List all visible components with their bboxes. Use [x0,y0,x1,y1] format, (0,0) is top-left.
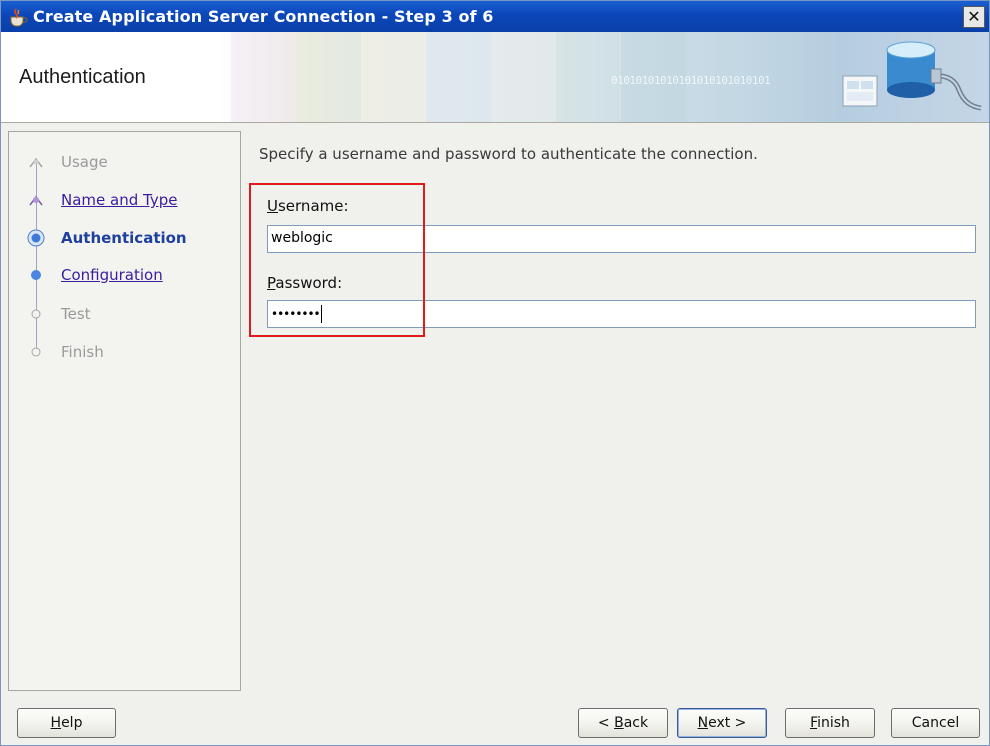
step-label: Usage [61,153,108,171]
title-bar[interactable]: Create Application Server Connection - S… [1,1,989,32]
step-pending-icon [27,305,45,323]
wizard-header-banner: Authentication 0101010101010101010101010… [1,32,989,123]
step-pending-icon [27,343,45,361]
back-prefix: < [597,715,615,731]
step-visited-icon [27,191,45,209]
step-current-icon [27,229,45,247]
username-label-text: sername: [277,197,349,215]
step-finish: Finish [27,340,104,364]
step-test: Test [27,302,91,326]
finish-button[interactable]: Finish [785,708,875,738]
help-button[interactable]: Help [17,708,116,738]
step-next-icon [27,266,45,284]
step-visited-icon [27,153,45,171]
close-icon: ✕ [967,6,981,26]
step-name-and-type[interactable]: Name and Type [27,188,177,212]
page-title: Authentication [19,66,146,88]
username-value: weblogic [271,230,333,246]
window-title: Create Application Server Connection - S… [33,7,494,26]
help-mnemonic: H [50,715,62,731]
close-button[interactable]: ✕ [963,5,985,28]
step-label: Test [61,305,91,323]
cancel-label: Cancel [911,715,960,731]
password-value: •••••••• [271,307,321,321]
back-label: ack [623,715,649,731]
step-authentication: Authentication [27,226,187,250]
server-connection-icon [842,41,982,111]
step-link[interactable]: Name and Type [61,191,177,209]
next-label: ext > [708,715,747,731]
back-mnemonic: B [614,715,624,731]
banner-binary-text: 01010101010101010101010101 [611,74,771,87]
java-cup-icon [7,6,29,28]
username-input[interactable]: weblogic [267,225,976,253]
step-configuration[interactable]: Configuration [27,263,163,287]
password-label: Password: [267,274,342,292]
password-label-text: assword: [275,274,343,292]
username-label: Username: [267,197,349,215]
wizard-steps-pane: Usage Name and Type Authentication Confi… [8,131,241,691]
cancel-button[interactable]: Cancel [891,708,980,738]
username-mnemonic: U [267,197,278,215]
instructions-text: Specify a username and password to authe… [259,145,758,163]
text-caret [320,305,322,323]
next-button[interactable]: Next > [677,708,767,738]
help-label: elp [61,715,83,731]
step-label: Finish [61,343,104,361]
step-usage: Usage [27,150,108,174]
step-link[interactable]: Configuration [61,266,163,284]
password-input[interactable]: •••••••• [267,300,976,328]
step-label: Authentication [61,229,187,247]
wizard-dialog: Create Application Server Connection - S… [0,0,990,746]
next-mnemonic: N [697,715,709,731]
finish-label: inish [817,715,850,731]
back-button[interactable]: < Back [578,708,668,738]
